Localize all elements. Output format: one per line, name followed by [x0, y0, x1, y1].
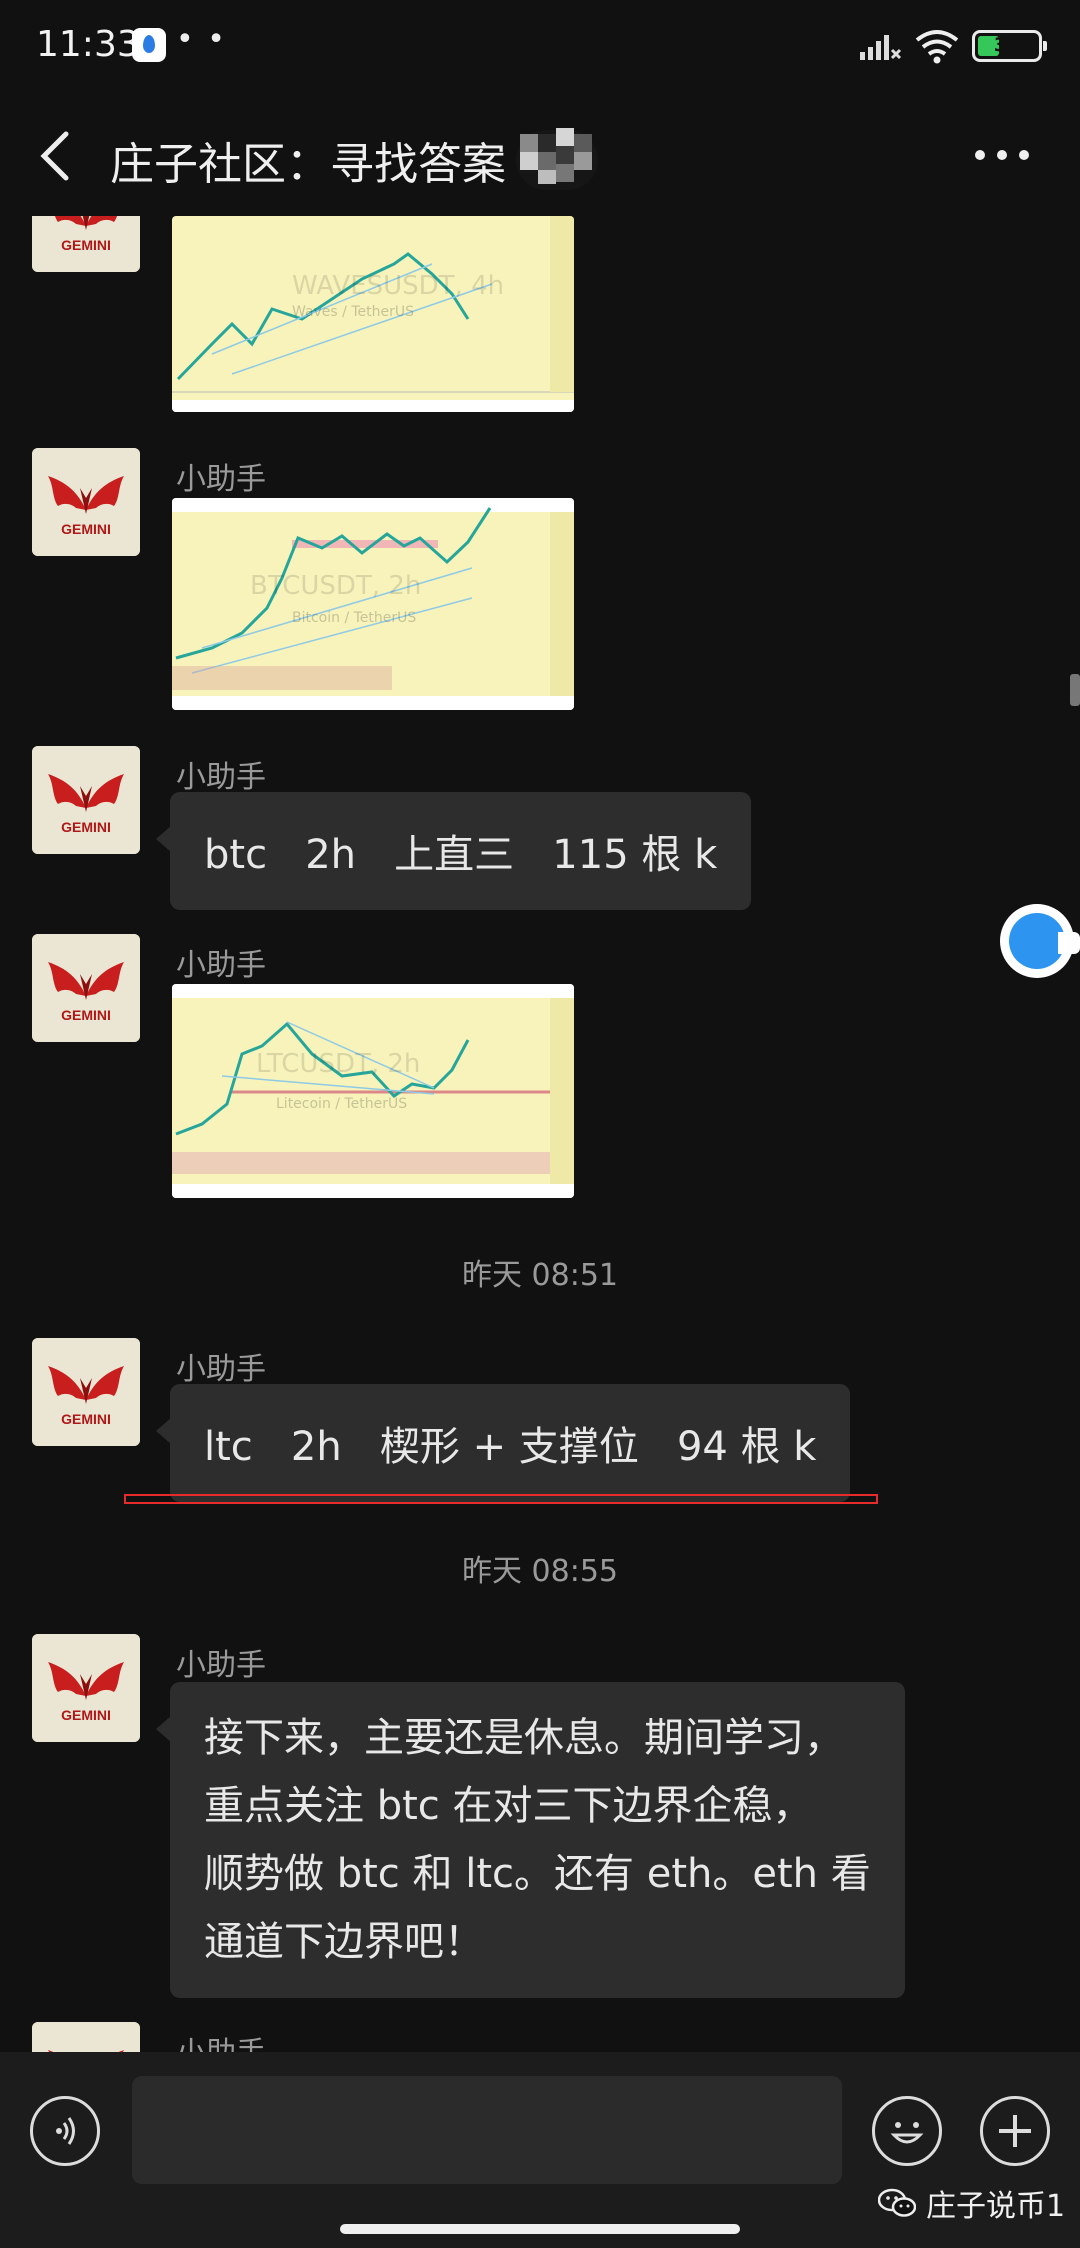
chart-image-message[interactable]: LTCUSDT, 2h Litecoin / TetherUS [172, 984, 574, 1198]
avatar-logo-text: GEMINI [61, 1007, 111, 1023]
chart-watermark: WAVESUSDT, 4h [292, 271, 504, 301]
emoji-icon[interactable] [872, 2096, 942, 2166]
sender-name: 小助手 [176, 2028, 266, 2052]
red-highlight-underline [124, 1494, 878, 1504]
avatar-logo-text: GEMINI [61, 819, 111, 835]
chart-image-wavesusdt: WAVESUSDT, 4h Waves / TetherUS [172, 216, 574, 412]
watermark-text: 庄子说币1 [926, 2189, 1066, 2224]
watermark: 庄子说币1 [878, 2180, 1065, 2226]
plus-icon[interactable] [980, 2096, 1050, 2166]
page-title: 庄子社区：寻找答案 [110, 139, 506, 190]
more-horizontal-icon[interactable] [972, 140, 1032, 170]
sender-name: 小助手 [176, 1352, 266, 1387]
message-bubble[interactable]: btc 2h 上直三 115 根 k [155, 792, 752, 910]
chart-image-ltcusdt: LTCUSDT, 2h Litecoin / TetherUS [172, 984, 574, 1198]
wechat-icon [878, 2188, 916, 2217]
timestamp: 昨天 08:51 [462, 1258, 618, 1293]
chart-watermark-sub: Litecoin / TetherUS [276, 1096, 407, 1112]
avatar[interactable]: GEMINI [32, 746, 140, 854]
avatar[interactable]: GEMINI [32, 2022, 140, 2052]
chart-watermark-sub: Bitcoin / TetherUS [292, 610, 416, 626]
sender-name: 小助手 [176, 948, 266, 983]
assist-tab [1058, 932, 1080, 954]
chevron-left-icon[interactable] [36, 130, 80, 182]
chart-image-message[interactable]: WAVESUSDT, 4h Waves / TetherUS [172, 216, 574, 412]
chart-image-btcusdt: BTCUSDT, 2h Bitcoin / TetherUS [172, 498, 574, 710]
chart-image-message[interactable]: BTCUSDT, 2h Bitcoin / TetherUS [172, 498, 574, 710]
status-bar: 11:33 • • 37 [0, 0, 1080, 96]
scrollbar-thumb[interactable] [1070, 674, 1080, 706]
chat-message-list[interactable]: GEMINI WAVESUSDT, 4h Waves / TetherUS GE… [0, 216, 1080, 2052]
chart-watermark: LTCUSDT, 2h [256, 1049, 420, 1079]
avatar-logo-text: GEMINI [61, 1411, 111, 1427]
avatar[interactable]: GEMINI [32, 216, 140, 272]
chart-watermark-sub: Waves / TetherUS [292, 304, 414, 320]
sender-name: 小助手 [176, 462, 266, 497]
voice-icon[interactable] [30, 2096, 100, 2166]
app-notification-icon [132, 28, 166, 62]
avatar[interactable]: GEMINI [32, 1338, 140, 1446]
battery-level: 37 [993, 34, 1021, 56]
signal-icon [860, 35, 902, 60]
wifi-icon [915, 30, 959, 64]
timestamp: 昨天 08:55 [462, 1554, 618, 1589]
avatar[interactable]: GEMINI [32, 934, 140, 1042]
notification-dots: • • [176, 22, 227, 57]
home-indicator[interactable] [340, 2224, 740, 2234]
chart-watermark: BTCUSDT, 2h [250, 571, 421, 601]
sender-name: 小助手 [176, 1648, 266, 1683]
message-bubble[interactable]: ltc 2h 楔形 + 支撑位 94 根 k [155, 1384, 851, 1502]
blurred-mosaic [516, 128, 598, 190]
avatar[interactable]: GEMINI [32, 1634, 140, 1742]
avatar-logo-text: GEMINI [61, 521, 111, 537]
message-input[interactable] [132, 2076, 842, 2184]
sender-name: 小助手 [176, 760, 266, 795]
avatar[interactable]: GEMINI [32, 448, 140, 556]
battery-icon: 37 [972, 30, 1047, 62]
avatar-logo-text: GEMINI [61, 1707, 111, 1723]
assist-icon [1009, 913, 1065, 969]
avatar-logo-text: GEMINI [61, 237, 111, 253]
status-time: 11:33 [36, 24, 140, 65]
message-bubble[interactable]: 接下来，主要还是休息。期间学习， 重点关注 btc 在对三下边界企稳， 顺势做 … [156, 1682, 905, 1998]
floating-assist-button[interactable] [1000, 904, 1080, 978]
chat-header: 庄子社区：寻找答案 [0, 96, 1080, 216]
